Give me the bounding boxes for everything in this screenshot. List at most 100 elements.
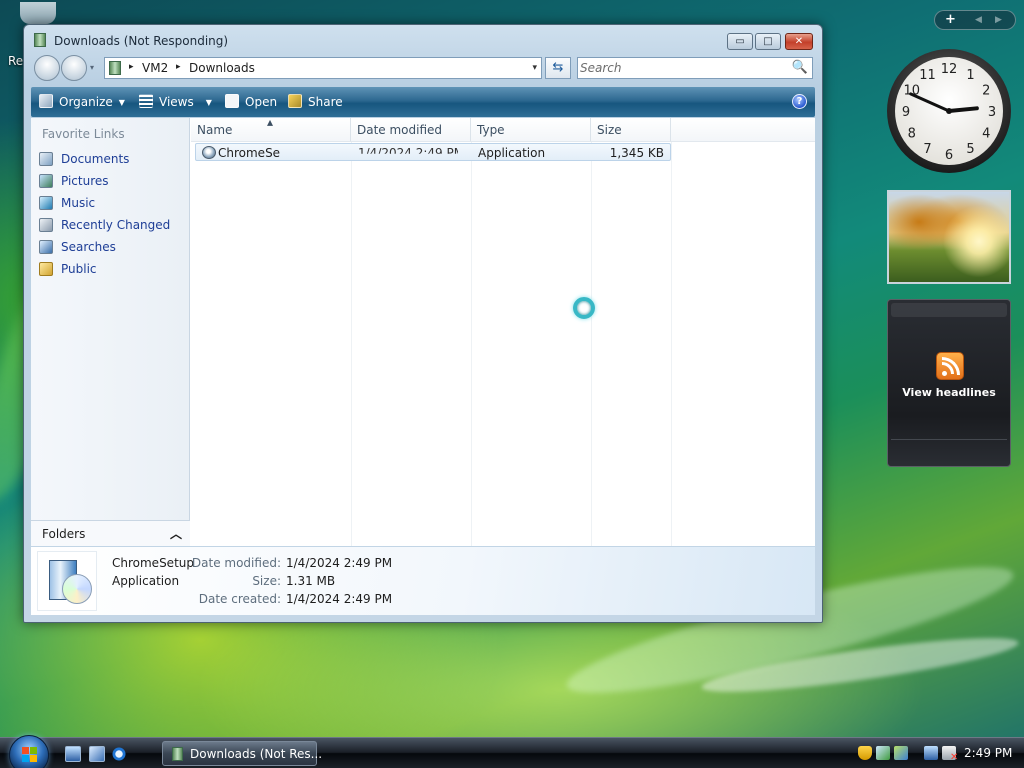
clock-numeral: 4 (982, 127, 990, 142)
clock-gadget[interactable]: 12 1234567891011 (886, 48, 1012, 174)
navigation-pane: Favorite Links Documents Pictures Music … (31, 118, 190, 546)
command-bar: Organize ▼ Views ▼ Open Share ? (31, 87, 815, 117)
feed-headlines-gadget[interactable]: View headlines (887, 299, 1011, 467)
folders-toggle[interactable]: Folders ︿ (31, 520, 190, 546)
organize-label: Organize (59, 95, 113, 109)
taskbar-button-label: Downloads (Not Res... (190, 747, 323, 761)
favorite-link-searches[interactable]: Searches (37, 237, 187, 257)
breadcrumb-vm2[interactable]: VM2 (142, 61, 168, 75)
recent-pages-dropdown[interactable]: ▾ (90, 63, 94, 72)
search-box[interactable]: 🔍 (577, 57, 813, 79)
forward-button[interactable] (61, 55, 87, 81)
file-size: 1,345 KB (609, 146, 664, 160)
public-folder-icon (39, 262, 53, 276)
chevron-down-icon[interactable]: ▾ (532, 63, 537, 73)
minimize-icon: ▭ (735, 36, 745, 47)
windows-logo-icon (22, 747, 38, 763)
open-button[interactable]: Open (225, 87, 277, 117)
details-pane: ChromeSetup Application Date modified: 1… (31, 547, 815, 615)
search-icon[interactable]: 🔍 (792, 60, 808, 75)
minimize-button[interactable]: ▭ (727, 33, 753, 50)
recycle-bin-icon[interactable] (20, 2, 56, 24)
next-gadget-button[interactable]: ▶ (995, 15, 1002, 25)
busy-cursor-icon (573, 297, 595, 319)
table-row[interactable]: ChromeSetup 1/4/2024 2:49 PM Application… (195, 143, 671, 161)
address-bar[interactable]: ▸ VM2 ▸ Downloads ▾ (104, 57, 542, 79)
open-label: Open (245, 95, 278, 109)
breadcrumb-separator-icon[interactable]: ▸ (129, 62, 134, 72)
maximize-button[interactable]: □ (755, 33, 781, 50)
internet-explorer-icon[interactable] (111, 746, 127, 762)
clock-numeral: 7 (923, 142, 931, 157)
column-header-label: Size (597, 123, 622, 137)
details-file-type: Application (112, 574, 180, 588)
breadcrumb-separator-icon[interactable]: ▸ (176, 62, 181, 72)
clock-numeral: 11 (919, 68, 936, 83)
views-button[interactable]: Views ▼ (139, 87, 212, 117)
organize-button[interactable]: Organize ▼ (39, 87, 125, 117)
add-gadget-button[interactable]: + (945, 12, 956, 27)
file-date-modified: 1/4/2024 2:49 PM (358, 146, 458, 160)
favorite-link-pictures[interactable]: Pictures (37, 171, 187, 191)
favorite-link-label: Music (61, 196, 96, 210)
help-icon[interactable]: ? (792, 94, 807, 109)
share-label: Share (308, 95, 343, 109)
details-size-label: Size: (252, 574, 281, 588)
breadcrumb-downloads[interactable]: Downloads (189, 61, 255, 75)
sidebar-controls: + ◀ ▶ (934, 10, 1016, 30)
start-button[interactable] (9, 735, 49, 768)
chevron-down-icon: ▼ (205, 98, 212, 107)
views-label: Views (159, 95, 194, 109)
open-icon (225, 94, 239, 108)
explorer-window: Downloads (Not Responding) ▭ □ ✕ ▾ ▸ VM2… (23, 24, 823, 623)
details-date-created-label: Date created: (198, 592, 281, 606)
clock-center (946, 108, 952, 114)
folder-icon (34, 33, 46, 47)
refresh-button[interactable]: ⇆ (545, 57, 571, 79)
favorite-link-recently-changed[interactable]: Recently Changed (37, 215, 187, 235)
favorite-link-label: Documents (61, 152, 130, 166)
close-icon: ✕ (794, 36, 804, 47)
feed-header (891, 303, 1007, 317)
clock-numeral: 2 (982, 84, 990, 99)
security-center-icon[interactable] (876, 746, 890, 760)
view-headlines-link[interactable]: View headlines (888, 386, 1010, 399)
window-title: Downloads (Not Responding) (54, 34, 229, 48)
music-icon (39, 196, 53, 210)
details-date-modified: 1/4/2024 2:49 PM (286, 556, 393, 570)
title-bar[interactable]: Downloads (Not Responding) ▭ □ ✕ (24, 25, 822, 55)
searches-icon (39, 240, 53, 254)
search-input[interactable] (580, 60, 790, 76)
documents-icon (39, 152, 53, 166)
favorite-link-music[interactable]: Music (37, 193, 187, 213)
taskbar-clock[interactable]: 2:49 PM (964, 746, 1012, 760)
recycle-bin-label[interactable]: Re (8, 54, 23, 68)
favorite-link-documents[interactable]: Documents (37, 149, 187, 169)
network-icon[interactable] (924, 746, 938, 760)
sort-ascending-icon: ▴ (267, 115, 274, 129)
switch-windows-icon[interactable] (89, 746, 105, 762)
details-date-created: 1/4/2024 2:49 PM (286, 592, 393, 606)
application-icon (202, 146, 216, 159)
rss-icon (936, 352, 964, 380)
column-header-size[interactable]: Size (591, 118, 671, 142)
security-shield-icon[interactable] (858, 746, 872, 760)
column-header-date-modified[interactable]: Date modified (351, 118, 471, 142)
share-button[interactable]: Share (288, 87, 343, 117)
content-area: Favorite Links Documents Pictures Music … (31, 115, 815, 546)
slideshow-gadget[interactable] (887, 190, 1011, 284)
windows-update-icon[interactable] (894, 746, 908, 760)
details-date-modified-label: Date modified: (191, 556, 281, 570)
favorite-link-label: Recently Changed (61, 218, 171, 232)
details-size: 1.31 MB (286, 574, 336, 588)
close-button[interactable]: ✕ (785, 33, 813, 50)
clock-numeral: 5 (966, 142, 974, 157)
organize-icon (39, 94, 53, 108)
taskbar-button-downloads[interactable]: Downloads (Not Res... (162, 741, 322, 766)
show-desktop-icon[interactable] (65, 746, 81, 762)
back-button[interactable] (34, 55, 60, 81)
previous-gadget-button[interactable]: ◀ (975, 15, 982, 25)
column-header-type[interactable]: Type (471, 118, 591, 142)
favorite-link-public[interactable]: Public (37, 259, 187, 279)
column-header-name[interactable]: Name ▴ (191, 115, 351, 142)
